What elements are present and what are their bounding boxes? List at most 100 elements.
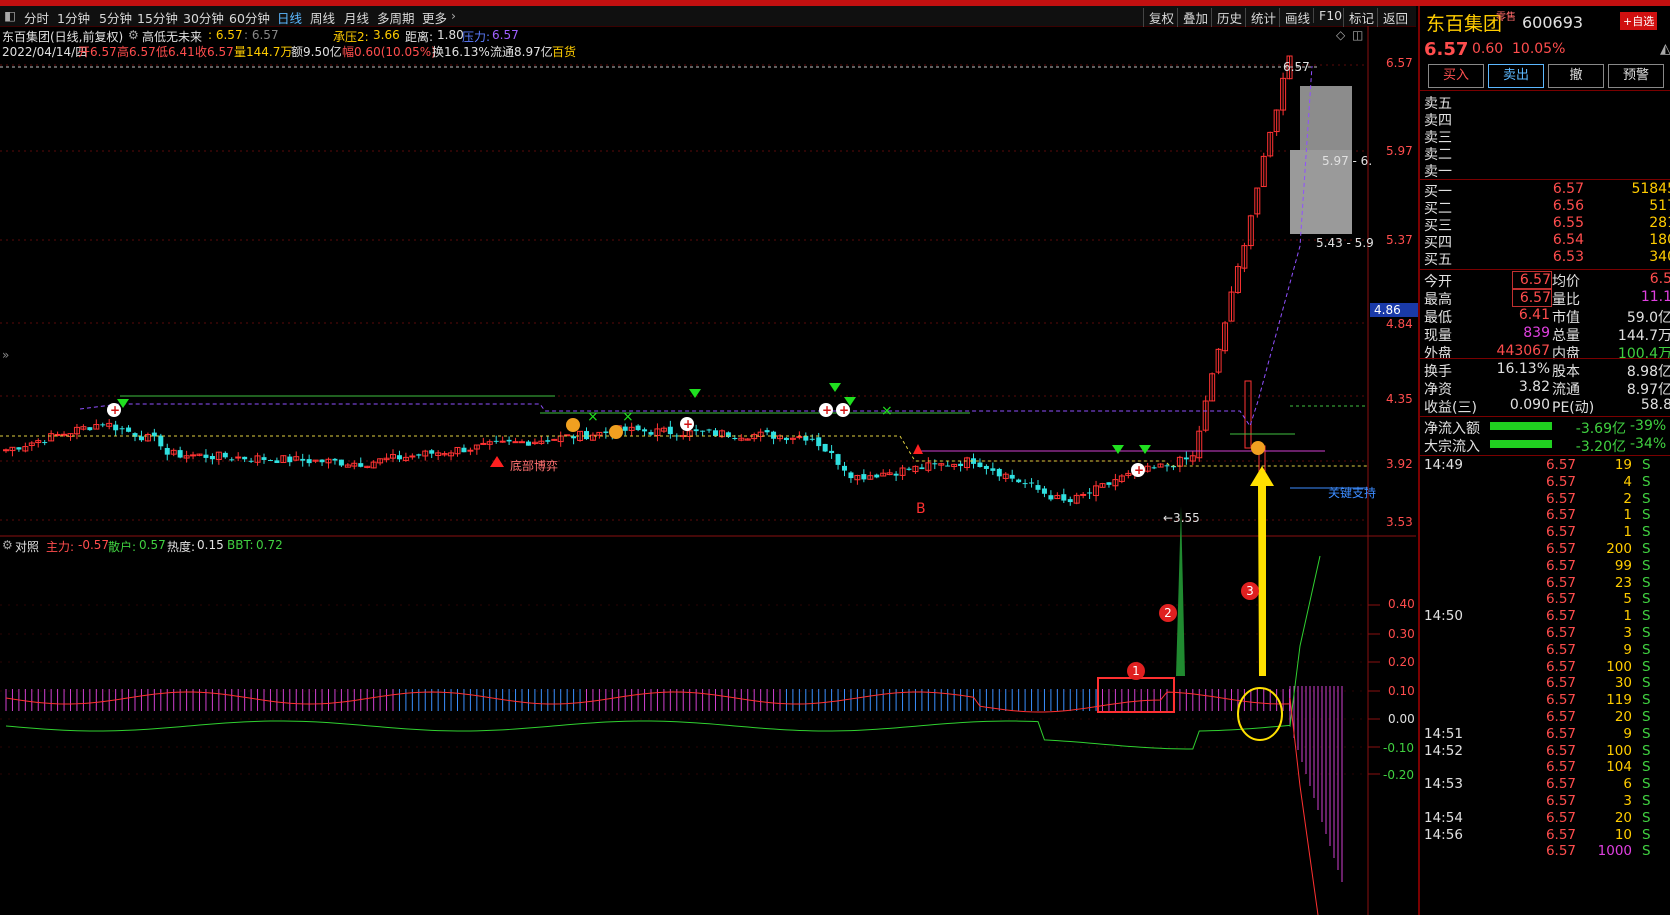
settings-icon[interactable]: ⚙	[128, 28, 139, 42]
alert-button[interactable]: 预警	[1608, 64, 1664, 88]
candle-body	[713, 430, 718, 436]
kline-chart-svg: + + + + + × × ×	[0, 26, 1416, 915]
stat-value: 0.090	[1509, 397, 1550, 413]
candle-body	[409, 455, 416, 458]
candle-body	[396, 455, 402, 460]
tab-30min[interactable]: 30分钟	[183, 8, 224, 27]
tab-60min[interactable]: 60分钟	[229, 8, 270, 27]
tick-volume: 4	[1623, 473, 1632, 490]
candle-body	[1244, 380, 1252, 449]
sub-y-tick: 0.40	[1388, 597, 1415, 611]
info-amount: 额9.50亿	[291, 45, 342, 59]
stat-value: 58.8	[1640, 397, 1670, 413]
tick-row: 6.57 1 S	[1424, 507, 1670, 525]
sub-retail-value: 0.57	[139, 538, 166, 552]
info-float: 流通8.97亿	[490, 45, 553, 59]
tab-multi-period[interactable]: 多周期	[377, 8, 415, 27]
bid-volume: 281	[1649, 215, 1670, 231]
stat-row: 今开 6.57 均价 6.5	[1424, 271, 1670, 290]
draw-button[interactable]: 画线	[1279, 8, 1314, 27]
candle-body	[700, 430, 706, 432]
overlay-button[interactable]: 叠加	[1177, 8, 1212, 27]
stat-label: 收益(三)	[1424, 400, 1477, 416]
tab-fenshi[interactable]: 分时	[24, 8, 49, 27]
mark-button[interactable]: 标记	[1343, 8, 1378, 27]
diamond-icon[interactable]: ◇	[1336, 28, 1345, 42]
f10-button[interactable]: F10	[1313, 8, 1346, 23]
tick-price: 6.57	[1545, 541, 1576, 557]
candle-body	[100, 424, 106, 426]
back-button[interactable]: 返回	[1377, 8, 1412, 27]
candle-body	[958, 463, 964, 467]
tick-volume: 1	[1623, 524, 1632, 541]
kline-chart-area[interactable]: + + + + + × × × 东百集团(日线,前复权) ⚙ 高低无未来 : 6.57 : 6…	[0, 26, 1428, 915]
candle-body	[648, 432, 654, 435]
indicator-value-1: : 6.57	[208, 28, 243, 42]
tick-price: 6.57	[1545, 608, 1576, 625]
bid-volume: 340	[1649, 249, 1670, 265]
tick-price: 6.57	[1545, 675, 1576, 692]
tab-15min[interactable]: 15分钟	[137, 8, 178, 27]
expand-icon[interactable]: »	[2, 348, 9, 362]
tab-weekly[interactable]: 周线	[310, 8, 335, 27]
annotation-circle	[1237, 687, 1283, 741]
tick-price: 6.57	[1545, 574, 1576, 591]
tick-row: 6.57 30 S	[1424, 675, 1670, 693]
candle-body	[796, 436, 803, 439]
candle-body	[874, 474, 880, 478]
candle-body	[809, 438, 815, 440]
add-watchlist-button[interactable]: +自选	[1620, 12, 1658, 30]
stats-button[interactable]: 统计	[1245, 8, 1280, 27]
bell-icon[interactable]: ◭	[1660, 41, 1670, 57]
tick-price: 6.57	[1545, 507, 1576, 524]
period-toolbar: ◧ 分时 1分钟 5分钟 15分钟 30分钟 60分钟 日线 周线 月线 多周期…	[0, 6, 1416, 27]
tick-volume: 200	[1606, 541, 1632, 557]
stat-label: 净资	[1424, 382, 1452, 398]
candle-body	[693, 429, 699, 432]
tick-side: S	[1642, 709, 1651, 725]
sub-retail-label: 散户:	[108, 540, 137, 554]
flow-row: 大宗流入 -3.20亿 -34%	[1424, 436, 1670, 455]
tab-5min[interactable]: 5分钟	[99, 8, 132, 27]
sub-main-label: 主力:	[46, 540, 75, 554]
fuquan-button[interactable]: 复权	[1143, 8, 1178, 27]
cancel-order-button[interactable]: 撤	[1548, 64, 1604, 88]
window-icon[interactable]: ◫	[1352, 28, 1363, 42]
candle-body	[113, 424, 119, 431]
tick-side: S	[1642, 591, 1651, 608]
tick-side: S	[1642, 742, 1651, 759]
candle-body	[467, 449, 474, 452]
down-triangle-icon	[1139, 445, 1151, 454]
candle-body	[461, 447, 467, 453]
tab-monthly[interactable]: 月线	[344, 8, 369, 27]
sub-main-value: -0.57	[78, 538, 110, 552]
stat-label: 今开	[1424, 274, 1452, 290]
tick-side: S	[1642, 608, 1651, 625]
tick-list[interactable]: 14:49 6.57 19 S 6.57 4 S 6.57 2 S 6.57 1 S 6.57 1 S 6.57…	[1420, 457, 1670, 915]
stat-value: 8.98亿	[1626, 364, 1670, 380]
sub-y-tick: -0.20	[1383, 768, 1415, 782]
tab-daily[interactable]: 日线	[277, 8, 302, 27]
buy-button[interactable]: 买入	[1428, 64, 1484, 88]
down-triangle-icon	[1112, 445, 1124, 454]
candle-body	[506, 439, 512, 442]
tick-time: 14:52	[1424, 742, 1463, 759]
stat-label: 最高	[1424, 292, 1452, 308]
sub-settings-icon[interactable]: ⚙	[2, 538, 13, 552]
tick-side: S	[1642, 473, 1651, 490]
panel-toggle-icon[interactable]: ◧	[4, 8, 16, 23]
history-button[interactable]: 历史	[1211, 8, 1246, 27]
tick-volume: 2	[1623, 490, 1632, 507]
tab-more[interactable]: 更多	[422, 8, 447, 27]
candle-body	[906, 468, 912, 470]
flow-bar	[1490, 422, 1552, 430]
candle-body	[1080, 493, 1087, 496]
bid-volume: 51845	[1631, 181, 1670, 197]
tick-price: 6.57	[1545, 658, 1576, 675]
sell-button[interactable]: 卖出	[1488, 64, 1544, 88]
candle-body	[190, 454, 197, 457]
tick-row: 6.57 9 S	[1424, 642, 1670, 660]
bid-price: 6.56	[1552, 198, 1584, 214]
tab-1min[interactable]: 1分钟	[57, 8, 90, 27]
flow-label: 大宗流入	[1424, 439, 1480, 455]
